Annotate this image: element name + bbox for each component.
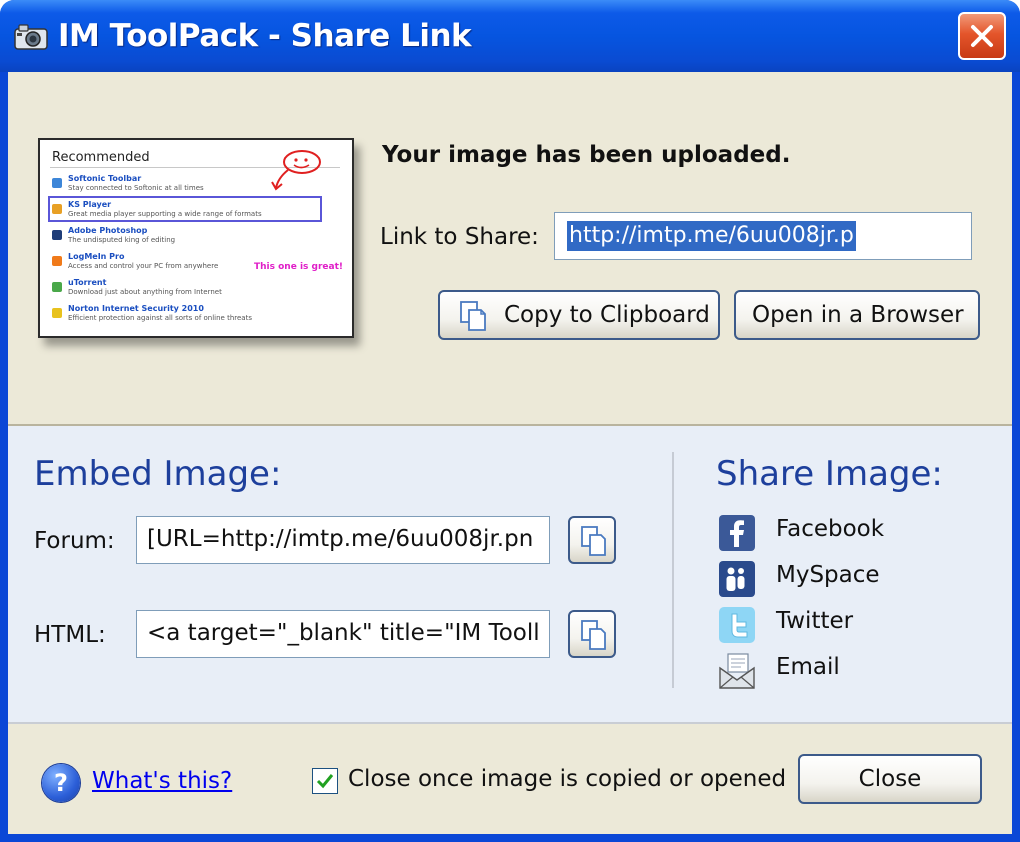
clipboard-copy-icon: [581, 526, 606, 556]
preview-item-desc: The undisputed king of editing: [68, 236, 176, 244]
preview-item-desc: Stay connected to Softonic at all times: [68, 184, 204, 192]
app-icon: [52, 178, 62, 188]
html-code-input[interactable]: <a target="_blank" title="IM Tooll: [136, 610, 550, 658]
preview-item-desc: Great media player supporting a wide ran…: [68, 210, 262, 218]
share-twitter-label: Twitter: [776, 608, 854, 634]
share-link-input[interactable]: http://imtp.me/6uu008jr.p: [554, 212, 972, 260]
email-icon: [719, 653, 755, 689]
copy-to-clipboard-button[interactable]: Copy to Clipboard: [438, 290, 720, 340]
window-title: IM ToolPack - Share Link: [58, 18, 472, 54]
share-link-value: http://imtp.me/6uu008jr.p: [567, 221, 856, 251]
upload-status-message: Your image has been uploaded.: [382, 142, 791, 168]
preview-item: Softonic Toolbar Stay connected to Softo…: [50, 172, 340, 198]
whats-this-link[interactable]: What's this?: [92, 768, 232, 794]
checkmark-icon: [316, 774, 334, 789]
myspace-icon: [719, 561, 755, 597]
preview-item-desc: Access and control your PC from anywhere: [68, 262, 219, 270]
html-code-value: <a target="_blank" title="IM Tooll: [147, 620, 540, 646]
close-button[interactable]: Close: [798, 754, 982, 804]
clipboard-copy-icon: [581, 620, 606, 650]
forum-label: Forum:: [34, 528, 115, 554]
open-in-browser-label: Open in a Browser: [752, 302, 964, 328]
preview-item-name: KS Player: [68, 200, 112, 209]
help-icon[interactable]: ?: [42, 764, 80, 802]
preview-item: Adobe Photoshop The undisputed king of e…: [50, 224, 340, 250]
twitter-icon: [719, 607, 755, 643]
preview-item-desc: Download just about anything from Intern…: [68, 288, 222, 296]
section-divider: [672, 452, 674, 688]
forum-code-input[interactable]: [URL=http://imtp.me/6uu008jr.pn: [136, 516, 550, 564]
copy-to-clipboard-label: Copy to Clipboard: [504, 302, 710, 328]
embed-image-heading: Embed Image:: [34, 454, 282, 494]
app-icon: [52, 282, 62, 292]
preview-item: Norton Internet Security 2010 Efficient …: [50, 302, 340, 328]
image-preview: Recommended Softonic Toolbar Stay connec…: [38, 138, 354, 338]
share-email[interactable]: Email: [718, 650, 978, 690]
preview-annotation: This one is great!: [254, 262, 343, 272]
close-on-copy-label[interactable]: Close once image is copied or opened: [348, 766, 786, 792]
share-facebook[interactable]: Facebook: [718, 512, 978, 552]
preview-item: KS Player Great media player supporting …: [50, 198, 340, 224]
app-icon: [52, 204, 62, 214]
close-button-label: Close: [858, 766, 922, 792]
clipboard-copy-icon: [460, 301, 486, 331]
preview-item-name: Norton Internet Security 2010: [68, 304, 204, 313]
dialog-body: Recommended Softonic Toolbar Stay connec…: [8, 72, 1012, 834]
close-icon: [971, 25, 993, 47]
link-label: Link to Share:: [380, 224, 539, 250]
share-email-label: Email: [776, 654, 840, 680]
app-icon: [52, 256, 62, 266]
app-icon: [52, 308, 62, 318]
share-link-dialog: IM ToolPack - Share Link Recommended Sof…: [0, 0, 1020, 842]
open-in-browser-button[interactable]: Open in a Browser: [734, 290, 980, 340]
preview-item: uTorrent Download just about anything fr…: [50, 276, 340, 302]
copy-html-code-button[interactable]: [568, 610, 616, 658]
preview-item-name: Adobe Photoshop: [68, 226, 148, 235]
share-twitter[interactable]: Twitter: [718, 604, 978, 644]
share-image-heading: Share Image:: [716, 454, 943, 494]
upload-section: Recommended Softonic Toolbar Stay connec…: [8, 72, 1012, 426]
copy-forum-code-button[interactable]: [568, 516, 616, 564]
share-facebook-label: Facebook: [776, 516, 885, 542]
camera-icon: [14, 24, 48, 50]
preview-item-name: Softonic Toolbar: [68, 174, 142, 183]
html-label: HTML:: [34, 622, 106, 648]
forum-code-value: [URL=http://imtp.me/6uu008jr.pn: [147, 526, 534, 552]
embed-share-section: Embed Image: Forum: [URL=http://imtp.me/…: [8, 426, 1012, 724]
app-icon: [52, 230, 62, 240]
close-on-copy-checkbox[interactable]: [312, 768, 338, 794]
preview-item-name: LogMeIn Pro: [68, 252, 125, 261]
preview-item-desc: Efficient protection against all sorts o…: [68, 314, 252, 322]
preview-item-name: uTorrent: [68, 278, 107, 287]
window-close-button[interactable]: [958, 12, 1006, 60]
facebook-icon: [719, 515, 755, 551]
share-myspace[interactable]: MySpace: [718, 558, 978, 598]
title-bar[interactable]: IM ToolPack - Share Link: [0, 0, 1020, 72]
share-myspace-label: MySpace: [776, 562, 880, 588]
preview-heading: Recommended: [52, 150, 150, 165]
dialog-footer: ? What's this? Close once image is copie…: [8, 724, 1012, 834]
